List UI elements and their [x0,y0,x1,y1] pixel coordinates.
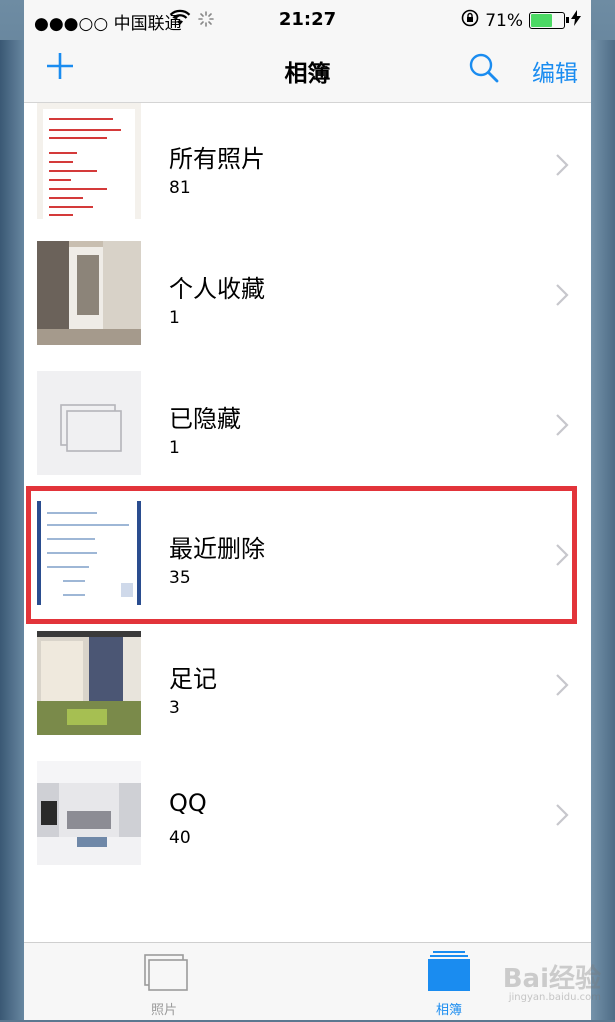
status-right-group: 71% [461,9,581,32]
tab-photos[interactable]: 照片 [94,943,234,1020]
tab-albums[interactable]: 相簿 [379,943,519,1020]
album-count: 1 [169,308,180,328]
album-row-hidden[interactable]: 已隐藏 1 [24,363,591,493]
album-thumbnail [37,241,141,345]
status-bar: ●●●○○ 中国联通 21:27 71% [24,0,591,40]
edit-button[interactable]: 编辑 [532,54,578,88]
charging-bolt-icon [571,10,581,31]
watermark-logo: Bai经验 [502,964,601,994]
backdrop-right-strip [587,40,615,1020]
orientation-lock-icon [461,9,479,32]
tab-label: 照片 [150,1003,177,1018]
phone-screen: ●●●○○ 中国联通 21:27 71% 相簿 编辑 所有照片 81 个人收藏 … [24,0,591,1020]
watermark-url: jingyan.baidu.com [508,992,601,1003]
album-row-all-photos[interactable]: 所有照片 81 [24,103,591,233]
chevron-right-icon [556,284,569,306]
album-thumbnail [37,371,141,475]
albums-tab-icon [428,951,470,991]
album-count: 1 [169,438,180,458]
album-thumbnail [37,761,141,865]
tab-label: 相簿 [435,1003,462,1018]
album-name: 已隐藏 [169,405,241,433]
chevron-right-icon [556,674,569,696]
search-icon [469,53,499,83]
chevron-right-icon [556,414,569,436]
navigation-bar: 相簿 编辑 [24,40,591,103]
album-list: 所有照片 81 个人收藏 1 已隐藏 1 最近删除 35 足记 3 QQ 40 [24,103,591,883]
album-name: 足记 [169,665,217,693]
chevron-right-icon [556,804,569,826]
album-row-favorites[interactable]: 个人收藏 1 [24,233,591,363]
album-row-footprints[interactable]: 足记 3 [24,623,591,753]
hidden-album-placeholder-icon [60,404,122,452]
battery-percent: 71% [485,10,523,31]
highlight-box [26,486,577,624]
album-name: 所有照片 [169,145,265,173]
battery-icon [529,12,569,29]
album-name: 个人收藏 [169,275,265,303]
photos-tab-icon [144,954,188,991]
album-thumbnail [37,103,141,219]
album-count: 3 [169,698,180,718]
album-row-qq[interactable]: QQ 40 [24,753,591,883]
album-name: QQ [169,789,207,817]
album-count: 81 [169,178,191,198]
chevron-right-icon [556,154,569,176]
page-title: 相簿 [284,61,331,87]
search-button[interactable] [468,52,500,84]
album-thumbnail [37,631,141,735]
battery-fill [531,14,552,27]
album-count: 40 [169,828,191,848]
